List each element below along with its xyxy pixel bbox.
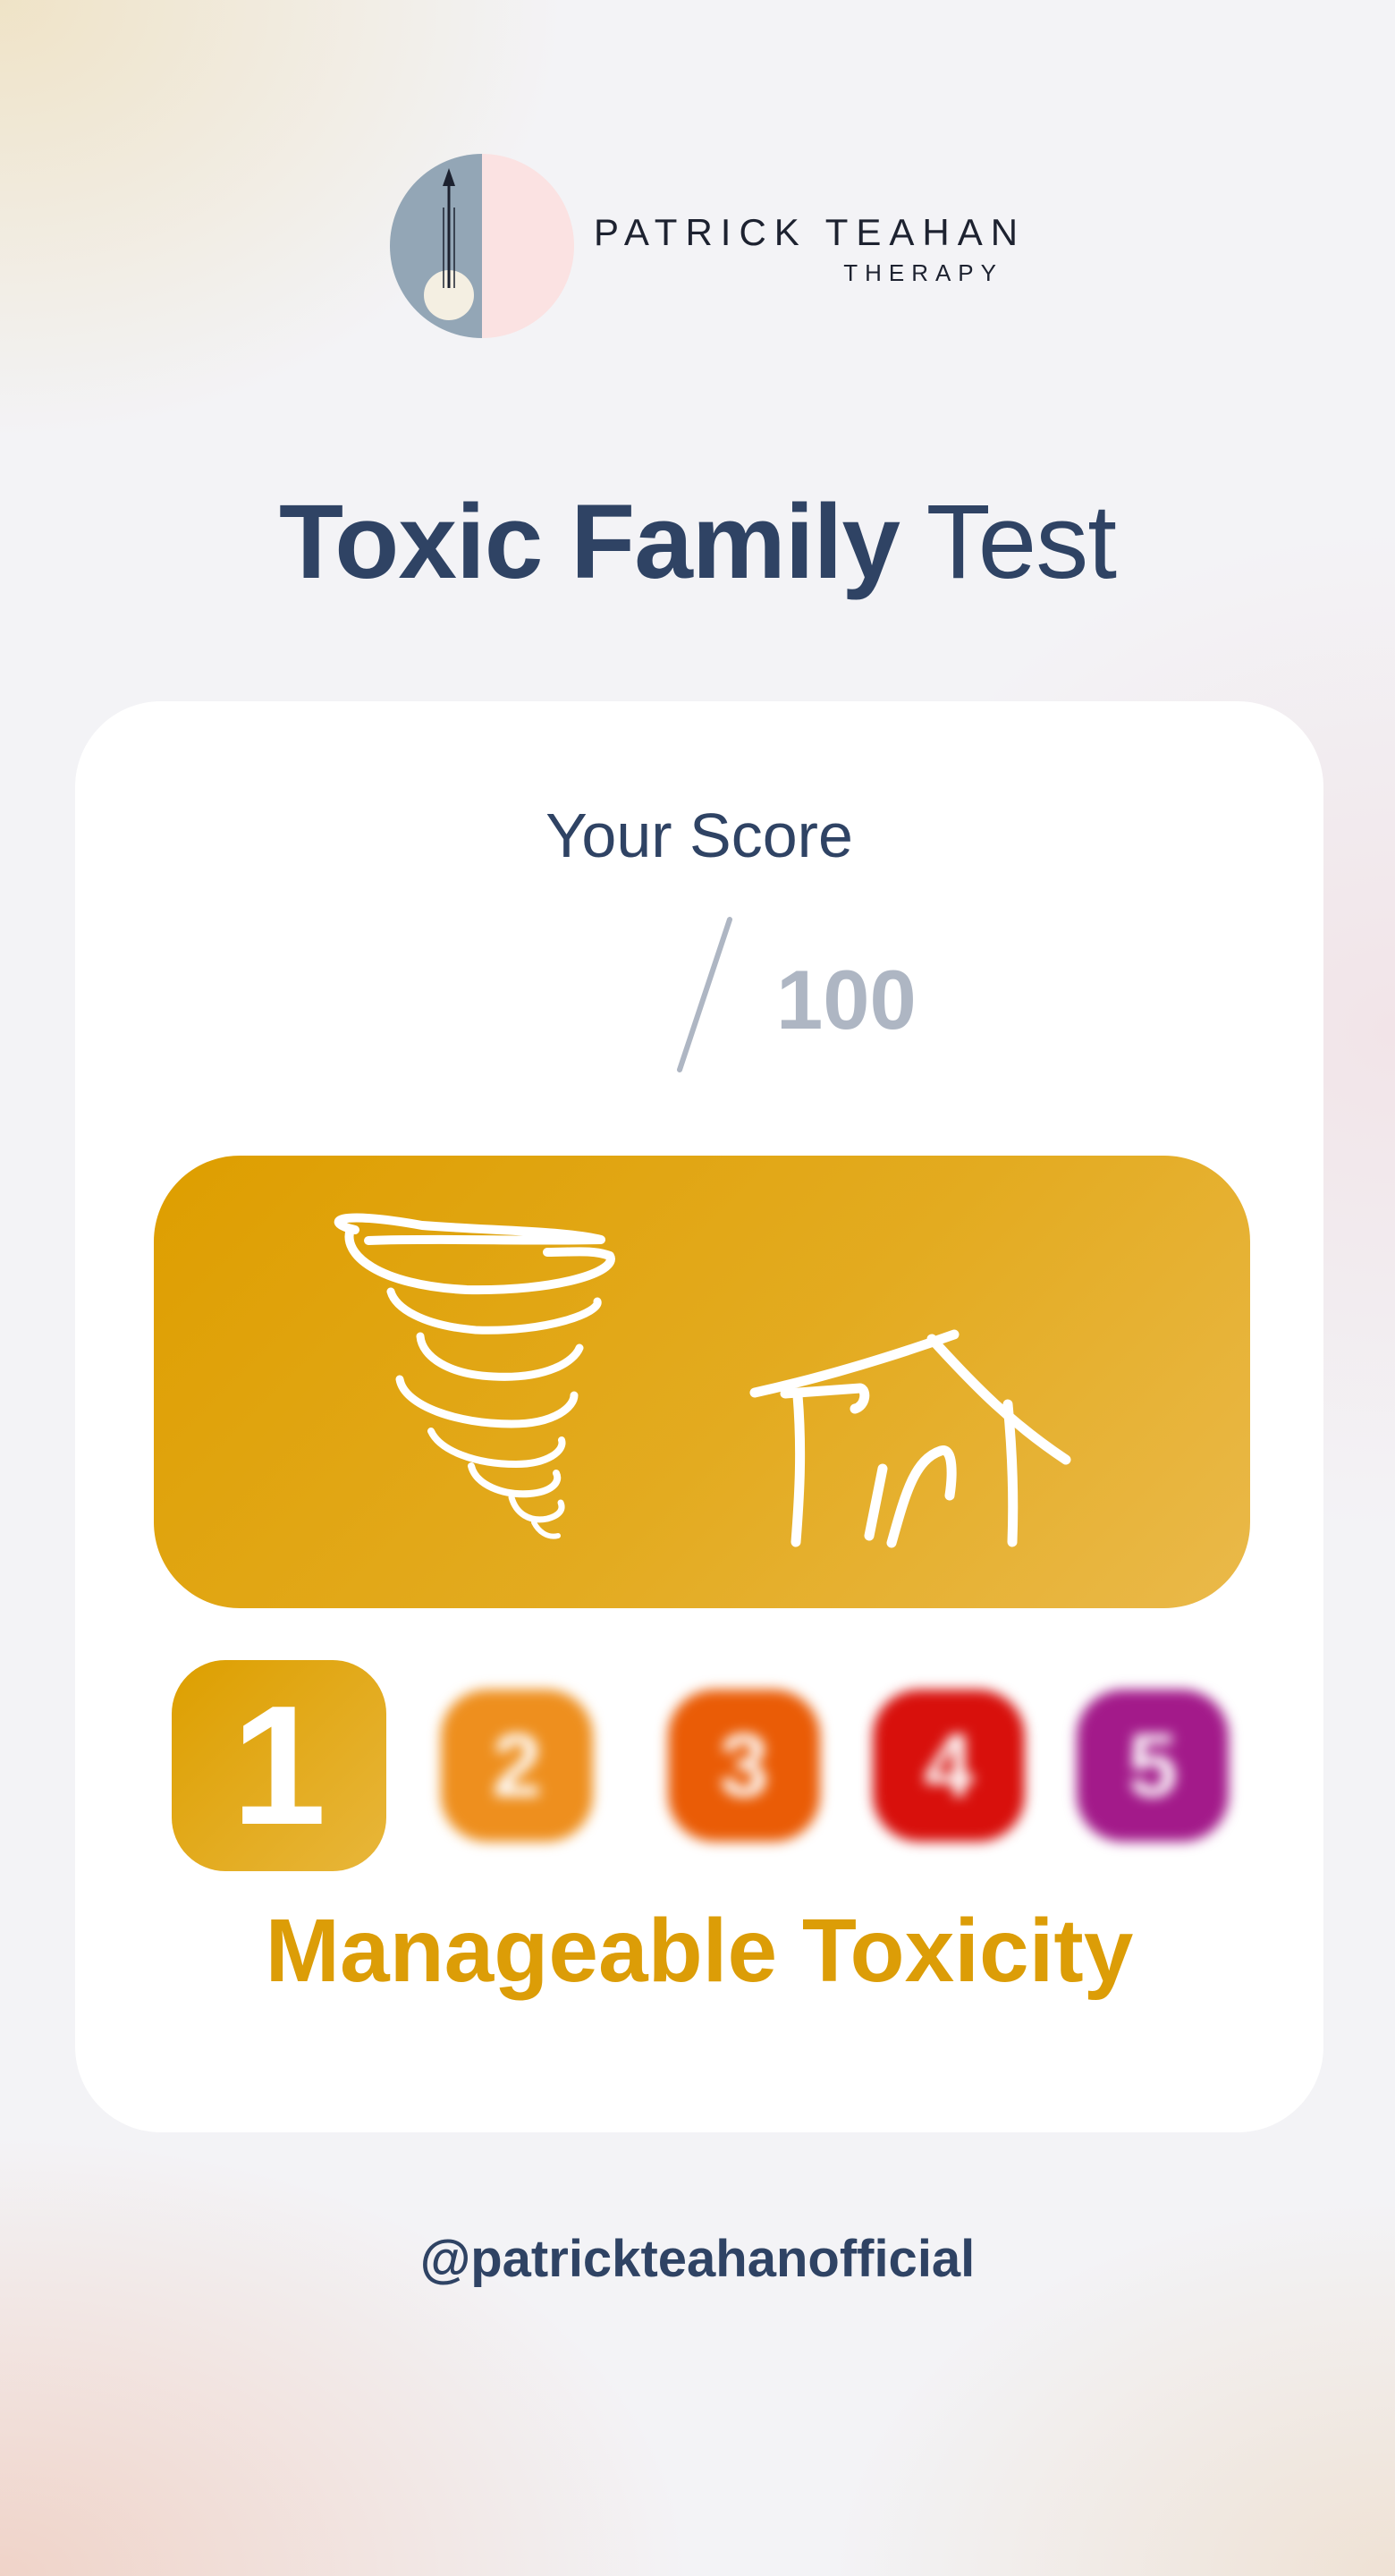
score-label: Your Score [545,801,853,870]
social-handle: @patrickteahanofficial [419,2230,976,2288]
page-title-bold: Toxic Family [278,483,900,601]
score-max: 100 [776,953,917,1046]
toxicity-levels: 1 2 3 4 5 [75,1660,1323,1875]
result-banner [154,1156,1250,1608]
score-card: Your Score 100 1 2 3 4 5 Manageable Toxi… [75,701,1323,2132]
level-3-badge: 3 [668,1690,820,1842]
result-label: Manageable Toxicity [265,1901,1134,2001]
brand-badge-icon [390,154,574,338]
level-5-badge: 5 [1077,1690,1229,1842]
banner-illustration [334,1213,1071,1548]
level-2-badge: 2 [441,1690,593,1842]
brand-logo: PATRICK TEAHAN THERAPY [390,154,1018,342]
brand-subtitle: THERAPY [843,259,1003,286]
level-1-badge: 1 [172,1660,386,1871]
level-4-badge: 4 [873,1690,1025,1842]
house-icon [749,1329,1071,1548]
tornado-icon [334,1213,615,1539]
score-divider-slash [677,917,732,1072]
brand-name: PATRICK TEAHAN [594,211,1027,253]
page-title: Toxic Family Test [0,481,1395,603]
page-title-regular: Test [926,483,1117,601]
